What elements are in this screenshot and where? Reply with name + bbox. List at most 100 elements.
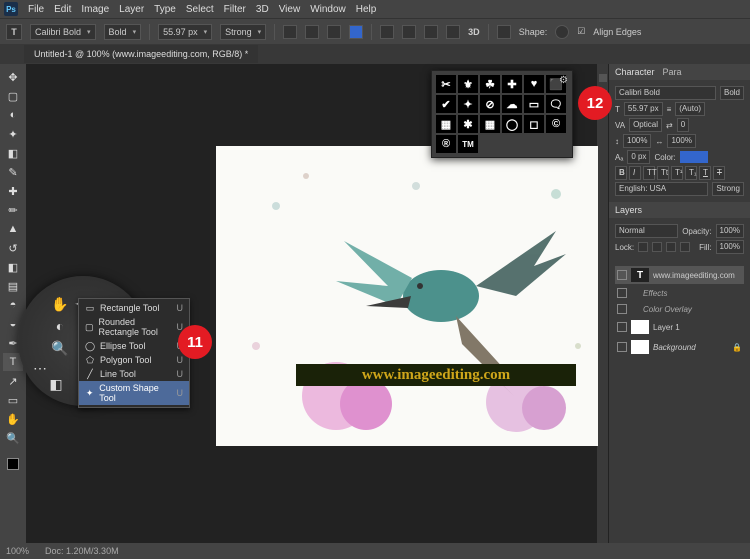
custom-shape-picker[interactable]: ⚙ ✂ ⚜ ☘ ✚ ♥ ⬛ ✔ ✦ ⊘ ☁ ▭ 🗨 ▦ ✱ ▦ ◯ ◻ © ® …	[431, 70, 573, 158]
shape-checker-icon[interactable]: ▦	[480, 115, 500, 133]
menu-help[interactable]: Help	[356, 4, 377, 15]
shape-registered-icon[interactable]: ®	[436, 135, 456, 153]
shape-circle-icon[interactable]: ◯	[502, 115, 522, 133]
font-family-select[interactable]: Calibri Bold	[30, 24, 96, 40]
menu-layer[interactable]: Layer	[119, 4, 144, 15]
opacity-input[interactable]: 100%	[716, 224, 744, 238]
shape-trademark-icon[interactable]: TM	[458, 135, 478, 153]
tab-layers[interactable]: Layers	[615, 205, 642, 215]
shape-dropdown[interactable]	[555, 25, 569, 39]
super-button[interactable]: T¹	[671, 166, 683, 180]
char-size[interactable]: 55.97 px	[624, 102, 663, 116]
shape-clover-icon[interactable]: ☘	[480, 75, 500, 93]
marquee-tool-icon[interactable]: ▢	[3, 87, 23, 105]
shape-copyright-icon[interactable]: ©	[546, 115, 566, 133]
shape-scissors-icon[interactable]: ✂	[436, 75, 456, 93]
lock-pos-icon[interactable]	[666, 242, 676, 252]
blend-select[interactable]: Normal	[615, 224, 678, 238]
char-hscale[interactable]: 100%	[667, 134, 695, 148]
lasso-tool-icon[interactable]: ◐	[3, 106, 23, 124]
underline-button[interactable]: T	[699, 166, 711, 180]
brush-tool-icon[interactable]: ✏	[3, 201, 23, 219]
collapsed-icon[interactable]	[599, 74, 607, 82]
warp-text-icon[interactable]	[380, 25, 394, 39]
menu-filter[interactable]: Filter	[224, 4, 246, 15]
tool-preset[interactable]: T	[6, 24, 22, 40]
char-vscale[interactable]: 100%	[623, 134, 651, 148]
commit-icon[interactable]	[446, 25, 460, 39]
stamp-tool-icon[interactable]: ▲	[3, 220, 23, 238]
strike-button[interactable]: T	[713, 166, 725, 180]
antialias-select[interactable]: Strong	[220, 24, 266, 40]
align-center-icon[interactable]	[305, 25, 319, 39]
char-color-swatch[interactable]	[680, 151, 708, 163]
shape-cloud-icon[interactable]: ☁	[502, 95, 522, 113]
layer-row[interactable]: Layer 1	[615, 318, 744, 336]
char-panel-icon[interactable]	[402, 25, 416, 39]
shape-burst-icon[interactable]: ✱	[458, 115, 478, 133]
path-large-icon[interactable]: ◐	[50, 318, 70, 334]
font-weight-select[interactable]: Bold	[104, 24, 142, 40]
document-tab[interactable]: Untitled-1 @ 100% (www.imageediting.com,…	[24, 45, 258, 63]
char-weight[interactable]: Bold	[720, 86, 744, 100]
char-tracking[interactable]: 0	[677, 118, 689, 132]
shape-plus-icon[interactable]: ✚	[502, 75, 522, 93]
smallcaps-button[interactable]: Tt	[657, 166, 669, 180]
line-tool-item[interactable]: ╱Line ToolU	[79, 367, 189, 381]
shape-heart-icon[interactable]: ♥	[524, 75, 544, 93]
char-font[interactable]: Calibri Bold	[615, 86, 716, 100]
shape-speech-icon[interactable]: 🗨	[546, 95, 566, 113]
zoom-value[interactable]: 100%	[6, 546, 29, 556]
wand-tool-icon[interactable]: ✦	[3, 125, 23, 143]
menu-type[interactable]: Type	[154, 4, 176, 15]
lock-all-icon[interactable]	[680, 242, 690, 252]
layer-name[interactable]: www.imageediting.com	[653, 271, 735, 280]
hand-tool-large-icon[interactable]: ✋	[50, 296, 70, 313]
menu-file[interactable]: File	[28, 4, 44, 15]
visibility-icon[interactable]	[617, 304, 627, 314]
edit-toolbar-icon[interactable]: ⋯	[30, 360, 50, 377]
visibility-icon[interactable]	[617, 270, 627, 280]
move-tool-icon[interactable]: ✥	[3, 68, 23, 86]
font-size-select[interactable]: 55.97 px	[158, 24, 212, 40]
eraser-tool-icon[interactable]: ◧	[3, 258, 23, 276]
sub-button[interactable]: T₁	[685, 166, 697, 180]
char-leading[interactable]: (Auto)	[675, 102, 705, 116]
aa-select[interactable]: Strong	[712, 182, 744, 196]
rectangle-tool-item[interactable]: ▭Rectangle ToolU	[79, 301, 189, 315]
swatch-large-icon[interactable]: ◧	[46, 376, 66, 393]
crop-tool-icon[interactable]: ◧	[3, 144, 23, 162]
layer-effect-row[interactable]: Effects	[615, 286, 744, 300]
layer-name[interactable]: Background	[653, 343, 696, 352]
align-left-icon[interactable]	[283, 25, 297, 39]
lang-select[interactable]: English: USA	[615, 182, 708, 196]
shape-compass-icon[interactable]: ✦	[458, 95, 478, 113]
shape-outlinebox-icon[interactable]: ◻	[524, 115, 544, 133]
polygon-tool-item[interactable]: ⬠Polygon ToolU	[79, 353, 189, 367]
gear-icon[interactable]: ⚙	[559, 75, 568, 86]
text-color-swatch[interactable]	[349, 25, 363, 39]
layer-row[interactable]: Twww.imageediting.com	[615, 266, 744, 284]
align-edges-check[interactable]: ☑	[577, 26, 585, 37]
tab-paragraph[interactable]: Para	[663, 67, 682, 77]
visibility-icon[interactable]	[617, 322, 627, 332]
cancel-icon[interactable]	[424, 25, 438, 39]
lock-pixels-icon[interactable]	[652, 242, 662, 252]
zoom-large-icon[interactable]: 🔍	[50, 340, 70, 357]
fill-input[interactable]: 100%	[716, 240, 744, 254]
menu-select[interactable]: Select	[186, 4, 214, 15]
lock-trans-icon[interactable]	[638, 242, 648, 252]
shape-fleur-icon[interactable]: ⚜	[458, 75, 478, 93]
layer-effect-row[interactable]: Color Overlay	[615, 302, 744, 316]
char-baseline[interactable]: 0 px	[627, 150, 650, 164]
visibility-icon[interactable]	[617, 342, 627, 352]
zoom-tool-icon[interactable]: 🔍	[3, 429, 23, 447]
shape-grid-icon[interactable]: ▦	[436, 115, 456, 133]
shape-rect-icon[interactable]: ▭	[524, 95, 544, 113]
bold-button[interactable]: B	[615, 166, 627, 180]
italic-button[interactable]: I	[629, 166, 641, 180]
document-canvas[interactable]: www.imageediting.com	[216, 146, 598, 446]
foreground-color-swatch[interactable]	[3, 455, 23, 473]
char-kerning[interactable]: Optical	[629, 118, 662, 132]
layer-row[interactable]: Background🔒	[615, 338, 744, 356]
